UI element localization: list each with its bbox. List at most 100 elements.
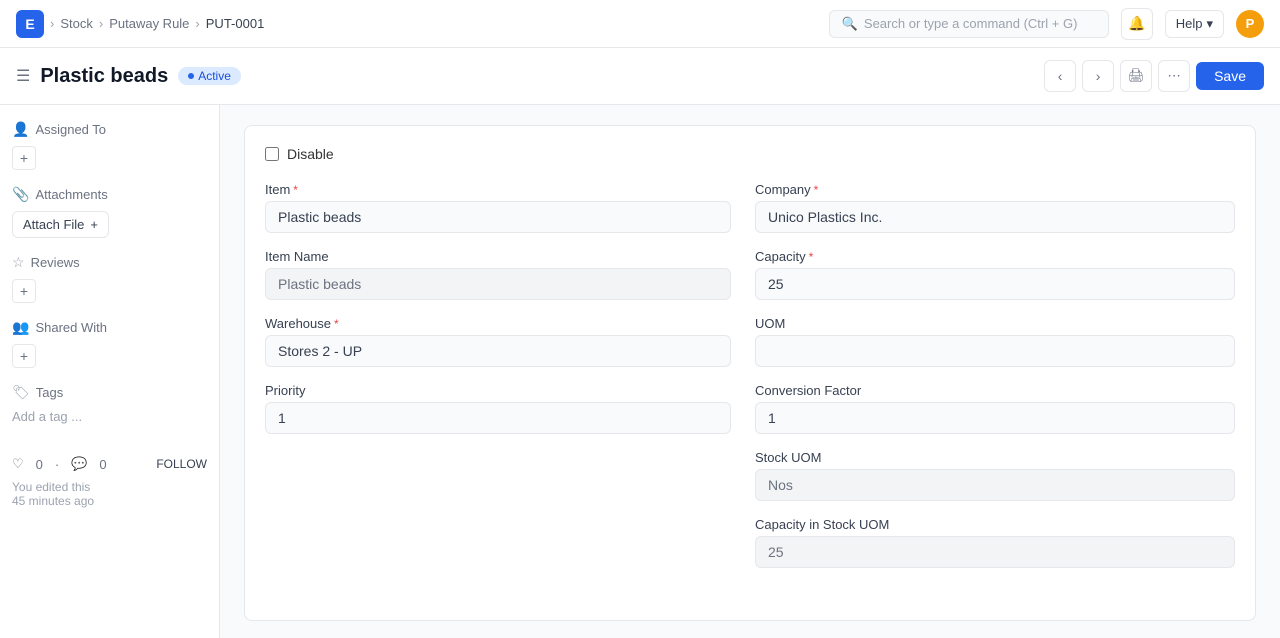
disable-row: Disable (265, 146, 1235, 162)
item-name-label: Item Name (265, 249, 731, 264)
right-column: Company * Capacity * UOM (755, 182, 1235, 584)
add-assigned-button[interactable]: + (12, 146, 36, 170)
assigned-to-title: 👤 Assigned To (12, 121, 207, 138)
attachments-title: 📎 Attachments (12, 186, 207, 203)
capacity-stock-uom-label: Capacity in Stock UOM (755, 517, 1235, 532)
item-input[interactable] (265, 201, 731, 233)
item-label: Item * (265, 182, 731, 197)
disable-checkbox[interactable] (265, 147, 279, 161)
assigned-to-label: Assigned To (35, 122, 106, 137)
reviews-section: ☆ Reviews + (12, 254, 207, 303)
warehouse-input[interactable] (265, 335, 731, 367)
header-right: ‹ › 🖨 ⋯ Save (1044, 60, 1264, 92)
chevron-down-icon: ▾ (1206, 16, 1213, 32)
tags-label: Tags (36, 385, 63, 400)
shared-with-section: 👥 Shared With + (12, 319, 207, 368)
item-required: * (293, 183, 298, 197)
body-layout: 👤 Assigned To + 📎 Attachments Attach Fil… (0, 105, 1280, 638)
dot-sep: · (55, 457, 59, 472)
search-box[interactable]: 🔍 Search or type a command (Ctrl + G) (829, 10, 1109, 38)
notifications-button[interactable]: 🔔 (1121, 8, 1153, 40)
uom-input[interactable] (755, 335, 1235, 367)
status-dot (188, 73, 194, 79)
help-button[interactable]: Help ▾ (1165, 10, 1224, 38)
uom-group: UOM (755, 316, 1235, 367)
help-label: Help (1176, 16, 1203, 31)
conversion-factor-input[interactable] (755, 402, 1235, 434)
capacity-stock-uom-group: Capacity in Stock UOM (755, 517, 1235, 568)
status-badge: Active (178, 67, 241, 85)
page-title: Plastic beads (40, 65, 168, 88)
menu-icon[interactable]: ☰ (16, 66, 30, 86)
star-icon: ☆ (12, 254, 25, 271)
tags-section: 🏷 Tags Add a tag ... (12, 384, 207, 424)
status-label: Active (198, 69, 231, 83)
attach-file-button[interactable]: Attach File + (12, 211, 109, 238)
add-review-button[interactable]: + (12, 279, 36, 303)
sep2: › (99, 16, 103, 31)
breadcrumb: E › Stock › Putaway Rule › PUT-0001 (16, 10, 264, 38)
warehouse-required: * (334, 317, 339, 331)
left-column: Item * Item Name Warehouse * (265, 182, 731, 584)
sidebar-bottom: ♡ 0 · 💬 0 FOLLOW You edited this 45 minu… (12, 456, 207, 508)
edit-line1: You edited this (12, 480, 207, 494)
more-button[interactable]: ⋯ (1158, 60, 1190, 92)
reviews-title: ☆ Reviews (12, 254, 207, 271)
app-icon[interactable]: E (16, 10, 44, 38)
topbar-right: 🔍 Search or type a command (Ctrl + G) 🔔 … (829, 8, 1264, 40)
plus-icon: + (90, 217, 98, 232)
conversion-factor-label: Conversion Factor (755, 383, 1235, 398)
person-icon: 👤 (12, 121, 29, 138)
item-group: Item * (265, 182, 731, 233)
print-button[interactable]: 🖨 (1120, 60, 1152, 92)
save-button[interactable]: Save (1196, 62, 1264, 90)
likes-count: 0 (36, 457, 43, 472)
company-input[interactable] (755, 201, 1235, 233)
disable-label: Disable (287, 146, 334, 162)
main-content: Disable Item * Item Name (220, 105, 1280, 638)
breadcrumb-stock[interactable]: Stock (60, 16, 93, 31)
breadcrumb-putaway[interactable]: Putaway Rule (109, 16, 189, 31)
warehouse-label: Warehouse * (265, 316, 731, 331)
stock-uom-group: Stock UOM (755, 450, 1235, 501)
main-form-row: Item * Item Name Warehouse * (265, 182, 1235, 584)
priority-label: Priority (265, 383, 731, 398)
add-tag-label[interactable]: Add a tag ... (12, 409, 207, 424)
capacity-label: Capacity * (755, 249, 1235, 264)
add-shared-button[interactable]: + (12, 344, 36, 368)
conversion-factor-group: Conversion Factor (755, 383, 1235, 434)
capacity-input[interactable] (755, 268, 1235, 300)
heart-icon: ♡ (12, 456, 24, 472)
stock-uom-input (755, 469, 1235, 501)
breadcrumb-current: PUT-0001 (206, 16, 265, 31)
capacity-stock-uom-input (755, 536, 1235, 568)
sidebar: 👤 Assigned To + 📎 Attachments Attach Fil… (0, 105, 220, 638)
page-header: ☰ Plastic beads Active ‹ › 🖨 ⋯ Save (0, 48, 1280, 105)
attachment-icon: 📎 (12, 186, 29, 203)
attach-file-label: Attach File (23, 217, 84, 232)
avatar[interactable]: P (1236, 10, 1264, 38)
company-group: Company * (755, 182, 1235, 233)
uom-label: UOM (755, 316, 1235, 331)
item-name-input (265, 268, 731, 300)
sep3: › (195, 16, 199, 31)
next-button[interactable]: › (1082, 60, 1114, 92)
follow-button[interactable]: FOLLOW (156, 457, 207, 471)
header-left: ☰ Plastic beads Active (16, 65, 241, 88)
priority-group: Priority (265, 383, 731, 434)
shared-with-title: 👥 Shared With (12, 319, 207, 336)
attachments-label: Attachments (35, 187, 107, 202)
edit-line2: 45 minutes ago (12, 494, 207, 508)
priority-input[interactable] (265, 402, 731, 434)
company-required: * (814, 183, 819, 197)
warehouse-group: Warehouse * (265, 316, 731, 367)
comment-icon: 💬 (71, 456, 87, 472)
topbar: E › Stock › Putaway Rule › PUT-0001 🔍 Se… (0, 0, 1280, 48)
tags-title: 🏷 Tags (12, 384, 207, 401)
form-card: Disable Item * Item Name (244, 125, 1256, 621)
prev-button[interactable]: ‹ (1044, 60, 1076, 92)
comments-count: 0 (99, 457, 106, 472)
capacity-group: Capacity * (755, 249, 1235, 300)
item-name-group: Item Name (265, 249, 731, 300)
likes-row: ♡ 0 · 💬 0 FOLLOW (12, 456, 207, 472)
